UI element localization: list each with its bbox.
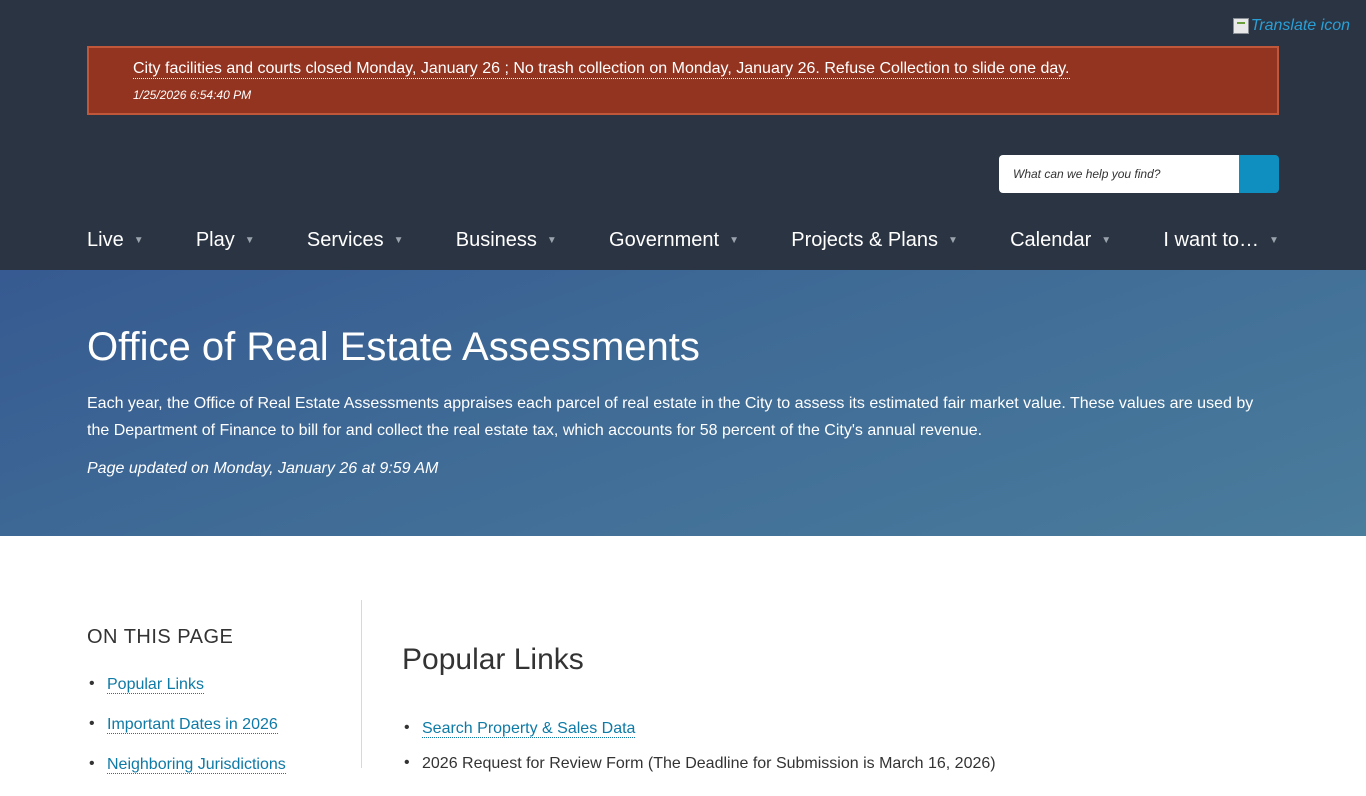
caret-down-icon: ▼ bbox=[729, 234, 739, 246]
popular-links-list: Search Property & Sales Data 2026 Reques… bbox=[402, 719, 996, 790]
nav-label: Government bbox=[609, 228, 720, 251]
search-box bbox=[999, 155, 1279, 193]
nav-item-projects-plans[interactable]: Projects & Plans ▼ bbox=[791, 229, 958, 252]
on-this-page-sidebar: ON THIS PAGE Popular Links Important Dat… bbox=[87, 600, 362, 774]
caret-down-icon: ▼ bbox=[947, 234, 958, 246]
nav-item-i-want-to[interactable]: I want to… ▼ bbox=[1163, 229, 1279, 252]
nav-item-play[interactable]: Play ▼ bbox=[196, 229, 255, 252]
translate-widget[interactable]: Translate icon bbox=[1232, 17, 1350, 35]
nav-item-services[interactable]: Services ▼ bbox=[307, 229, 404, 252]
caret-down-icon: ▼ bbox=[393, 234, 404, 246]
sidebar-link-list: Popular Links Important Dates in 2026 Ne… bbox=[87, 675, 286, 796]
alert-banner: City facilities and courts closed Monday… bbox=[87, 46, 1279, 115]
nav-item-calendar[interactable]: Calendar ▼ bbox=[1010, 229, 1111, 252]
sidebar-heading: ON THIS PAGE bbox=[87, 626, 234, 648]
nav-item-government[interactable]: Government ▼ bbox=[609, 229, 739, 252]
list-item: Search Property & Sales Data bbox=[402, 719, 996, 755]
sidebar-link-important-dates[interactable]: Important Dates in 2026 bbox=[107, 716, 278, 734]
page-title: Office of Real Estate Assessments bbox=[87, 325, 700, 369]
caret-down-icon: ▼ bbox=[133, 234, 144, 246]
main-nav: Live ▼ Play ▼ Services ▼ Business ▼ Governme… bbox=[87, 226, 1279, 254]
caret-down-icon: ▼ bbox=[244, 234, 255, 246]
search-input[interactable] bbox=[999, 155, 1239, 193]
nav-label: Projects & Plans bbox=[791, 228, 938, 251]
list-item: 2026 Request for Review Form (The Deadli… bbox=[402, 754, 996, 790]
translate-icon-alt-text[interactable]: Translate icon bbox=[1251, 17, 1350, 35]
nav-item-live[interactable]: Live ▼ bbox=[87, 229, 144, 252]
list-item: Neighboring Jurisdictions bbox=[87, 755, 286, 796]
broken-image-icon bbox=[1232, 18, 1249, 34]
nav-label: Play bbox=[195, 228, 235, 251]
search-button[interactable] bbox=[1239, 155, 1279, 193]
nav-item-business[interactable]: Business ▼ bbox=[456, 229, 557, 252]
page-description: Each year, the Office of Real Estate Ass… bbox=[87, 395, 1254, 439]
link-request-review-form[interactable]: 2026 Request for Review Form (The Deadli… bbox=[422, 755, 996, 772]
nav-label: I want to… bbox=[1163, 228, 1260, 251]
section-heading: Popular Links bbox=[402, 643, 584, 676]
link-search-property[interactable]: Search Property & Sales Data bbox=[422, 720, 636, 738]
nav-label: Live bbox=[87, 228, 124, 251]
alert-timestamp: 1/25/2026 6:54:40 PM bbox=[133, 88, 252, 102]
nav-label: Services bbox=[306, 228, 384, 251]
page-updated-text: Page updated on Monday, January 26 at 9:… bbox=[87, 460, 439, 477]
list-item: Popular Links bbox=[87, 675, 286, 716]
site-header: Translate icon City facilities and court… bbox=[0, 0, 1366, 270]
caret-down-icon: ▼ bbox=[1269, 234, 1279, 246]
sidebar-link-neighboring-jurisdictions[interactable]: Neighboring Jurisdictions bbox=[107, 756, 286, 774]
sidebar-link-popular-links[interactable]: Popular Links bbox=[107, 676, 204, 694]
list-item: Important Dates in 2026 bbox=[87, 715, 286, 756]
alert-link[interactable]: City facilities and courts closed Monday… bbox=[133, 60, 1070, 79]
caret-down-icon: ▼ bbox=[1101, 234, 1112, 246]
nav-label: Business bbox=[455, 228, 537, 251]
nav-label: Calendar bbox=[1010, 228, 1092, 251]
hero-banner: Office of Real Estate Assessments Each y… bbox=[0, 270, 1366, 536]
caret-down-icon: ▼ bbox=[546, 234, 557, 246]
